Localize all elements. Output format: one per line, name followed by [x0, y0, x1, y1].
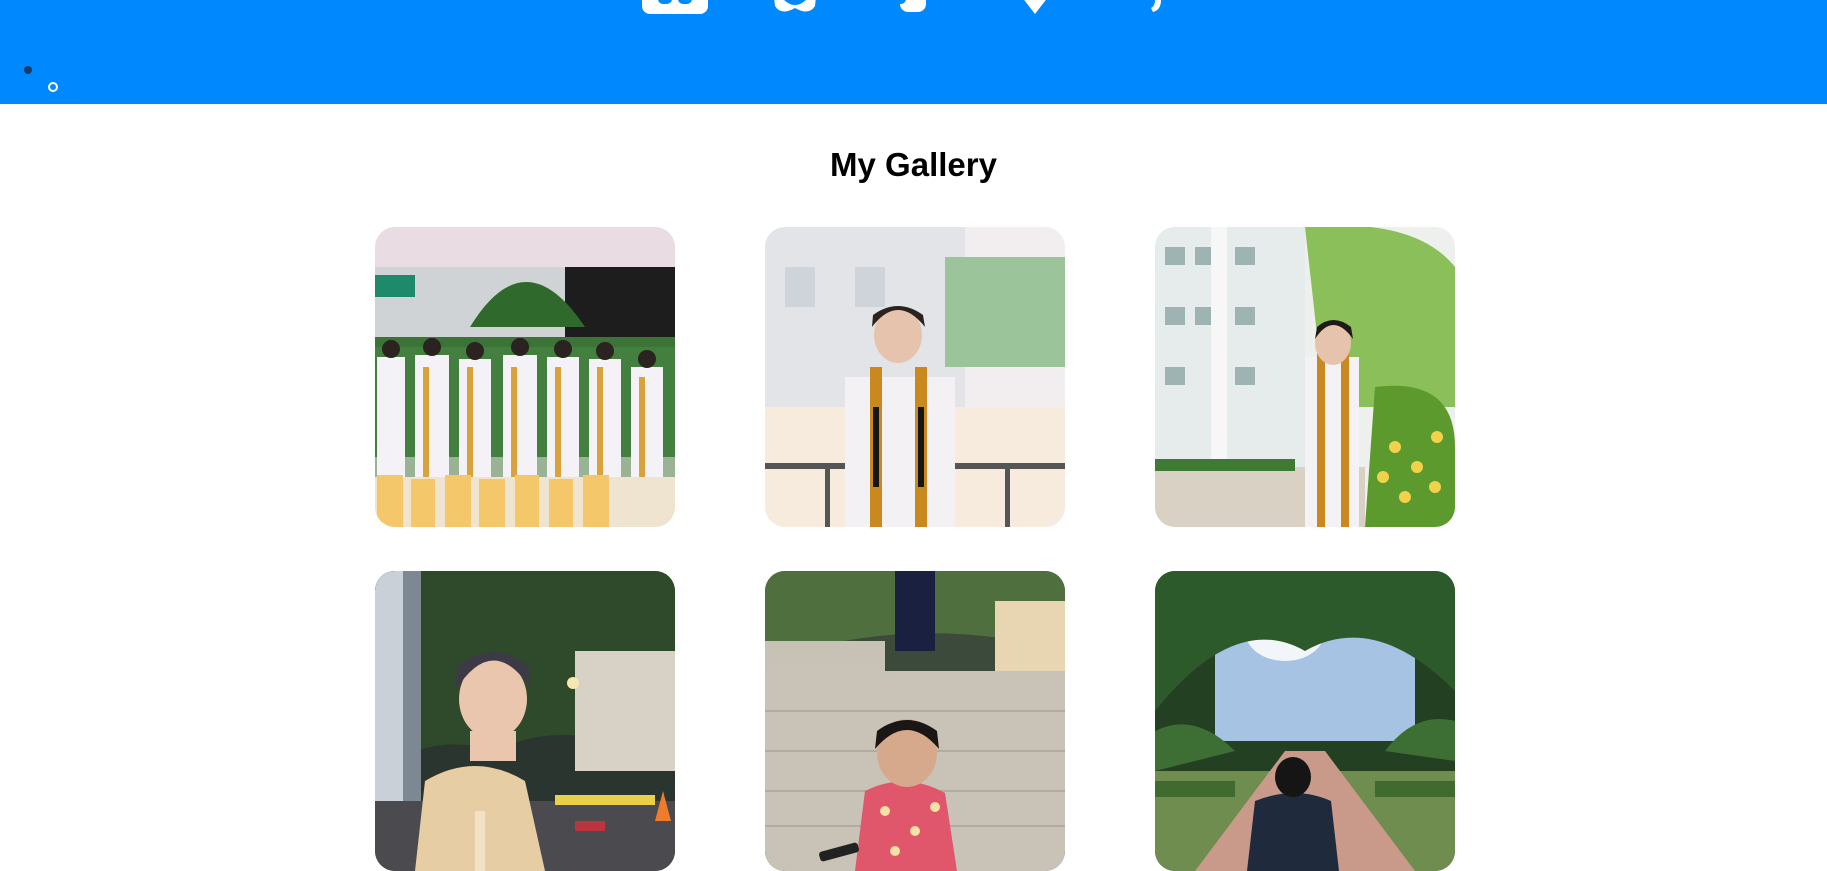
top-navigation-bar: [0, 0, 1827, 104]
heart-icon[interactable]: [1000, 0, 1070, 16]
gallery-photo-night-street[interactable]: [375, 571, 675, 871]
gallery-grid: [375, 227, 1455, 871]
coffee-icon[interactable]: [880, 0, 950, 16]
gallery-photo-graduation-group[interactable]: [375, 227, 675, 527]
gamepad-icon[interactable]: [760, 0, 830, 16]
music-icon[interactable]: [1120, 0, 1190, 16]
gallery-photo-graduate-building[interactable]: [1155, 227, 1455, 527]
gallery-photo-steps-night[interactable]: [765, 571, 1065, 871]
graduate-building-image: [1155, 227, 1455, 527]
steps-night-image: [765, 571, 1065, 871]
gallery-photo-walking-path[interactable]: [1155, 571, 1455, 871]
graduate-railing-image: [765, 227, 1065, 527]
gallery-title: My Gallery: [830, 146, 997, 183]
walking-path-image: [1155, 571, 1455, 871]
graduation-group-image: [375, 227, 675, 527]
nav-icon-row: [0, 0, 1827, 20]
night-street-image: [375, 571, 675, 871]
list-bullet-dot: [24, 66, 32, 74]
list-bullet-ring: [48, 82, 58, 92]
home-icon[interactable]: [640, 0, 710, 16]
gallery-photo-graduate-railing[interactable]: [765, 227, 1065, 527]
